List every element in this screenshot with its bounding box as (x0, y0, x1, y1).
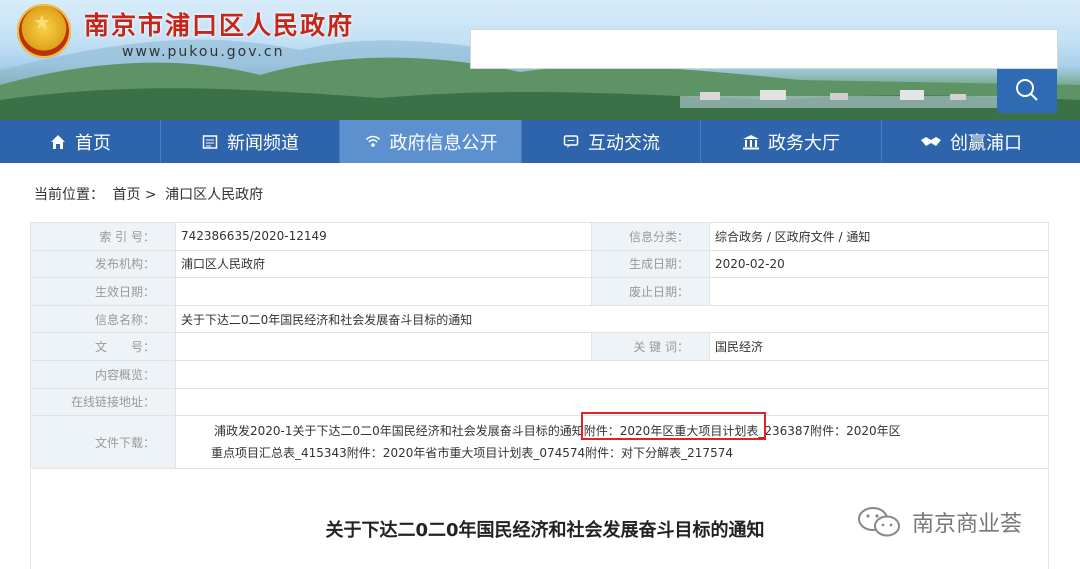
info-name-label: 信息名称： (30, 304, 176, 334)
nav-item-label: 创赢浦口 (950, 132, 1022, 154)
index-value: 742386635/2020-12149 (175, 222, 592, 251)
breadcrumb-home-link[interactable]: 首页 (112, 187, 140, 203)
file-download-label: 文件下载： (30, 415, 176, 470)
expire-date-label: 废止日期： (591, 277, 710, 306)
nav-item-label: 新闻频道 (227, 132, 299, 154)
document-info-table: 索 引 号： 742386635/2020-12149 信息分类： 综合政务 /… (30, 222, 1049, 470)
summary-value (175, 359, 1049, 389)
created-date-value: 2020-02-20 (709, 249, 1049, 279)
created-date-label: 生成日期： (591, 249, 710, 279)
watermark-text: 南京商业荟 (912, 512, 1023, 537)
main-nav: 首页 新闻频道 政府信息公开 互动交流 政务大厅 创赢浦口 (0, 120, 1080, 163)
article-title-text: 关于下达二0二0年国民经济和社会发展奋斗目标的通知 (325, 520, 765, 541)
nav-item-news[interactable]: 新闻频道 (161, 120, 339, 163)
download-links-line[interactable]: 重点项目汇总表_415343附件：2020年省市重大项目计划表_074574附件… (181, 442, 1043, 464)
expire-date-value (709, 277, 1049, 306)
effective-date-value (175, 277, 592, 306)
home-icon (49, 133, 67, 151)
publisher-value: 浦口区人民政府 (175, 249, 592, 279)
keyword-label: 关 键 词： (591, 332, 710, 361)
breadcrumb-separator: > (144, 187, 157, 203)
nav-item-label: 政府信息公开 (389, 132, 498, 154)
national-emblem-icon: ★ (17, 4, 71, 58)
table-row: 信息名称： 关于下达二0二0年国民经济和社会发展奋斗目标的通知 (30, 304, 1049, 334)
table-row: 发布机构： 浦口区人民政府 生成日期： 2020-02-20 (30, 249, 1049, 279)
site-header: ★ 南京市浦口区人民政府 www.pukou.gov.cn (0, 0, 1080, 120)
search-button[interactable] (997, 69, 1057, 113)
search-input[interactable] (470, 29, 1058, 69)
nav-item-label: 首页 (75, 132, 111, 154)
table-row: 索 引 号： 742386635/2020-12149 信息分类： 综合政务 /… (30, 222, 1049, 251)
category-value: 综合政务 / 区政府文件 / 通知 (709, 222, 1049, 251)
breadcrumb-prefix: 当前位置： (34, 187, 104, 203)
nav-item-label: 政务大厅 (768, 132, 840, 154)
broadcast-icon (364, 133, 382, 151)
hall-icon (742, 133, 760, 151)
effective-date-label: 生效日期： (30, 277, 176, 306)
table-row: 在线链接地址： (30, 387, 1049, 417)
watermark: 南京商业荟 (856, 505, 1022, 539)
breadcrumb: 当前位置： 首页 > 浦口区人民政府 (34, 184, 263, 204)
highlight-box (581, 412, 766, 440)
table-row: 文 号： 关 键 词： 国民经济 (30, 332, 1049, 361)
doc-number-value (175, 332, 592, 361)
nav-item-win-pukou[interactable]: 创赢浦口 (882, 120, 1060, 163)
table-row: 生效日期： 废止日期： (30, 277, 1049, 306)
site-url: www.pukou.gov.cn (122, 44, 285, 60)
doc-number-label: 文 号： (30, 332, 176, 361)
search-icon (1016, 79, 1038, 101)
nav-item-interaction[interactable]: 互动交流 (522, 120, 700, 163)
info-name-value: 关于下达二0二0年国民经济和社会发展奋斗目标的通知 (175, 304, 1049, 334)
summary-label: 内容概览： (30, 359, 176, 389)
publisher-label: 发布机构： (30, 249, 176, 279)
wechat-icon (858, 507, 900, 537)
table-row: 文件下载： 浦政发2020-1关于下达二0二0年国民经济和社会发展奋斗目标的通知… (30, 415, 1049, 470)
index-label: 索 引 号： (30, 222, 176, 251)
breadcrumb-current-link[interactable]: 浦口区人民政府 (165, 187, 263, 203)
site-title: 南京市浦口区人民政府 (84, 11, 355, 40)
nav-item-service-hall[interactable]: 政务大厅 (701, 120, 881, 163)
nav-item-home[interactable]: 首页 (0, 120, 160, 163)
nav-item-gov-info[interactable]: 政府信息公开 (340, 120, 521, 163)
category-label: 信息分类： (591, 222, 710, 251)
chat-icon (562, 133, 580, 151)
nav-item-label: 互动交流 (588, 132, 660, 154)
handshake-icon (920, 133, 942, 151)
news-icon (201, 133, 219, 151)
table-row: 内容概览： (30, 359, 1049, 389)
online-link-label: 在线链接地址： (30, 387, 176, 417)
keyword-value: 国民经济 (709, 332, 1049, 361)
